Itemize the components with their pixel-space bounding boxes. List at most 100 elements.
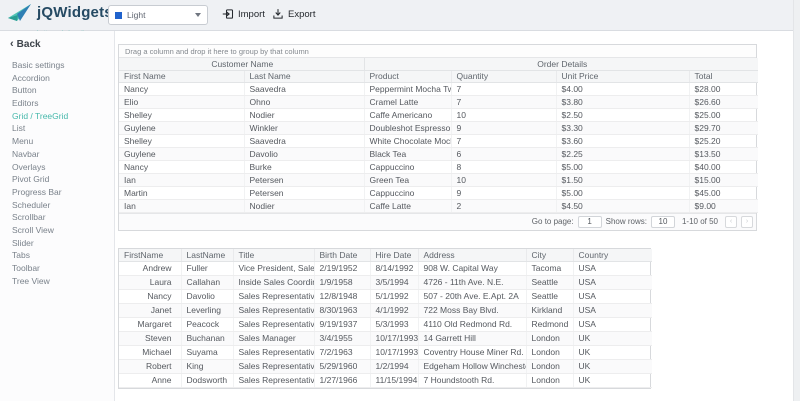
sidebar-item-pivot-grid[interactable]: Pivot Grid — [0, 173, 114, 186]
vertical-scrollbar[interactable] — [793, 0, 800, 401]
table-row[interactable]: IanNodierCaffe Latte2$4.50$9.00 — [119, 199, 758, 212]
cell: $28.00 — [689, 82, 758, 95]
table-row[interactable]: ShelleySaavedraWhite Chocolate Mocha7$3.… — [119, 134, 758, 147]
table-row[interactable]: JanetLeverlingSales Representative8/30/1… — [119, 303, 652, 317]
cell: 722 Moss Bay Blvd. — [418, 303, 526, 317]
sidebar-item-grid-treegrid[interactable]: Grid / TreeGrid — [0, 110, 114, 123]
back-link[interactable]: ‹Back — [0, 31, 114, 50]
cell: 10 — [451, 108, 556, 121]
cell: Michael — [119, 345, 181, 359]
cell: UK — [573, 359, 652, 373]
table-row[interactable]: MargaretPeacockSales Representative9/19/… — [119, 317, 652, 331]
cell: 4/1/1992 — [370, 303, 418, 317]
cell: Guylene — [119, 147, 244, 160]
cell: $25.00 — [689, 108, 758, 121]
column-header-lastname[interactable]: LastName — [181, 249, 233, 261]
column-header-unit-price[interactable]: Unit Price — [556, 70, 689, 82]
table-row[interactable]: LauraCallahanInside Sales Coordinator1/9… — [119, 275, 652, 289]
table-row[interactable]: MichaelSuyamaSales Representative7/2/196… — [119, 345, 652, 359]
column-header-last-name[interactable]: Last Name — [244, 70, 364, 82]
table-row[interactable]: ShelleyNodierCaffe Americano10$2.50$25.0… — [119, 108, 758, 121]
column-header-country[interactable]: Country — [573, 249, 652, 261]
cell: Anne — [119, 373, 181, 387]
cell: Davolio — [244, 147, 364, 160]
import-button[interactable]: Import — [222, 8, 265, 20]
column-header-hire-date[interactable]: Hire Date — [370, 249, 418, 261]
cell: Fuller — [181, 261, 233, 275]
sidebar-item-navbar[interactable]: Navbar — [0, 148, 114, 161]
table-row[interactable]: GuyleneWinklerDoubleshot Espresso9$3.30$… — [119, 121, 758, 134]
column-header-address[interactable]: Address — [418, 249, 526, 261]
cell: King — [181, 359, 233, 373]
cell: Sales Manager — [233, 331, 314, 345]
cell: 10/17/1993 — [370, 345, 418, 359]
cell: 5/1/1992 — [370, 289, 418, 303]
sidebar-item-tree-view[interactable]: Tree View — [0, 275, 114, 288]
next-page-button[interactable]: › — [741, 216, 753, 228]
column-header-title[interactable]: Title — [233, 249, 314, 261]
sidebar-item-slider[interactable]: Slider — [0, 237, 114, 250]
logo-title: jQWidgets — [37, 4, 113, 21]
sidebar-item-button[interactable]: Button — [0, 84, 114, 97]
table-row[interactable]: MartinPetersenCappuccino9$5.00$45.00 — [119, 186, 758, 199]
sidebar-item-scrollbar[interactable]: Scrollbar — [0, 211, 114, 224]
cell: 10/17/1993 — [370, 331, 418, 345]
cell: London — [526, 359, 573, 373]
sidebar-item-overlays[interactable]: Overlays — [0, 161, 114, 174]
cell: Robert — [119, 359, 181, 373]
cell: 7 — [451, 95, 556, 108]
column-header-birth-date[interactable]: Birth Date — [314, 249, 370, 261]
sidebar-item-accordion[interactable]: Accordion — [0, 72, 114, 85]
column-header-total[interactable]: Total — [689, 70, 758, 82]
sidebar-item-basic-settings[interactable]: Basic settings — [0, 59, 114, 72]
cell: Caffe Americano — [364, 108, 451, 121]
cell: Ohno — [244, 95, 364, 108]
cell: 11/15/1994 — [370, 373, 418, 387]
cell: 1/27/1966 — [314, 373, 370, 387]
sidebar-item-editors[interactable]: Editors — [0, 97, 114, 110]
sidebar-item-scroll-view[interactable]: Scroll View — [0, 224, 114, 237]
chevron-down-icon — [195, 13, 201, 17]
table-row[interactable]: GuyleneDavolioBlack Tea6$2.25$13.50 — [119, 147, 758, 160]
cell: Peacock — [181, 317, 233, 331]
table-row[interactable]: NancySaavedraPeppermint Mocha Twist7$4.0… — [119, 82, 758, 95]
sidebar-item-toolbar[interactable]: Toolbar — [0, 262, 114, 275]
column-header-first-name[interactable]: First Name — [119, 70, 244, 82]
export-button[interactable]: Export — [272, 8, 315, 20]
table-row[interactable]: ElioOhnoCramel Latte7$3.80$26.60 — [119, 95, 758, 108]
column-header-firstname[interactable]: FirstName — [119, 249, 181, 261]
cell: Elio — [119, 95, 244, 108]
sidebar-item-list[interactable]: List — [0, 122, 114, 135]
table-row[interactable]: AnneDodsworthSales Representative1/27/19… — [119, 373, 652, 387]
page-number-input[interactable] — [578, 216, 602, 228]
sidebar-item-tabs[interactable]: Tabs — [0, 249, 114, 262]
show-rows-input[interactable] — [651, 216, 675, 228]
column-header-product[interactable]: Product — [364, 70, 451, 82]
cell: Petersen — [244, 173, 364, 186]
theme-select[interactable]: Light — [108, 5, 208, 25]
cell: Sales Representative — [233, 317, 314, 331]
go-to-page-label: Go to page: — [532, 217, 574, 226]
column-header-city[interactable]: City — [526, 249, 573, 261]
sidebar-item-scheduler[interactable]: Scheduler — [0, 199, 114, 212]
show-rows-label: Show rows: — [606, 217, 647, 226]
table-row[interactable]: NancyDavolioSales Representative12/8/194… — [119, 289, 652, 303]
cell: Leverling — [181, 303, 233, 317]
import-icon — [222, 8, 234, 20]
cell: $45.00 — [689, 186, 758, 199]
cell: Cramel Latte — [364, 95, 451, 108]
sidebar-item-progress-bar[interactable]: Progress Bar — [0, 186, 114, 199]
column-header-quantity[interactable]: Quantity — [451, 70, 556, 82]
cell: $1.50 — [556, 173, 689, 186]
column-group-drop-zone[interactable]: Drag a column and drop it here to group … — [119, 45, 756, 58]
table-row[interactable]: IanPetersenGreen Tea10$1.50$15.00 — [119, 173, 758, 186]
orders-table: Customer Name Order Details First Name L… — [119, 58, 758, 213]
table-row[interactable]: StevenBuchananSales Manager3/4/195510/17… — [119, 331, 652, 345]
table-row[interactable]: AndrewFullerVice President, Sales2/19/19… — [119, 261, 652, 275]
table-row[interactable]: RobertKingSales Representative5/29/19601… — [119, 359, 652, 373]
sidebar-item-menu[interactable]: Menu — [0, 135, 114, 148]
cell: Margaret — [119, 317, 181, 331]
table-row[interactable]: NancyBurkeCappuccino8$5.00$40.00 — [119, 160, 758, 173]
cell: Winkler — [244, 121, 364, 134]
previous-page-button[interactable]: ‹ — [725, 216, 737, 228]
